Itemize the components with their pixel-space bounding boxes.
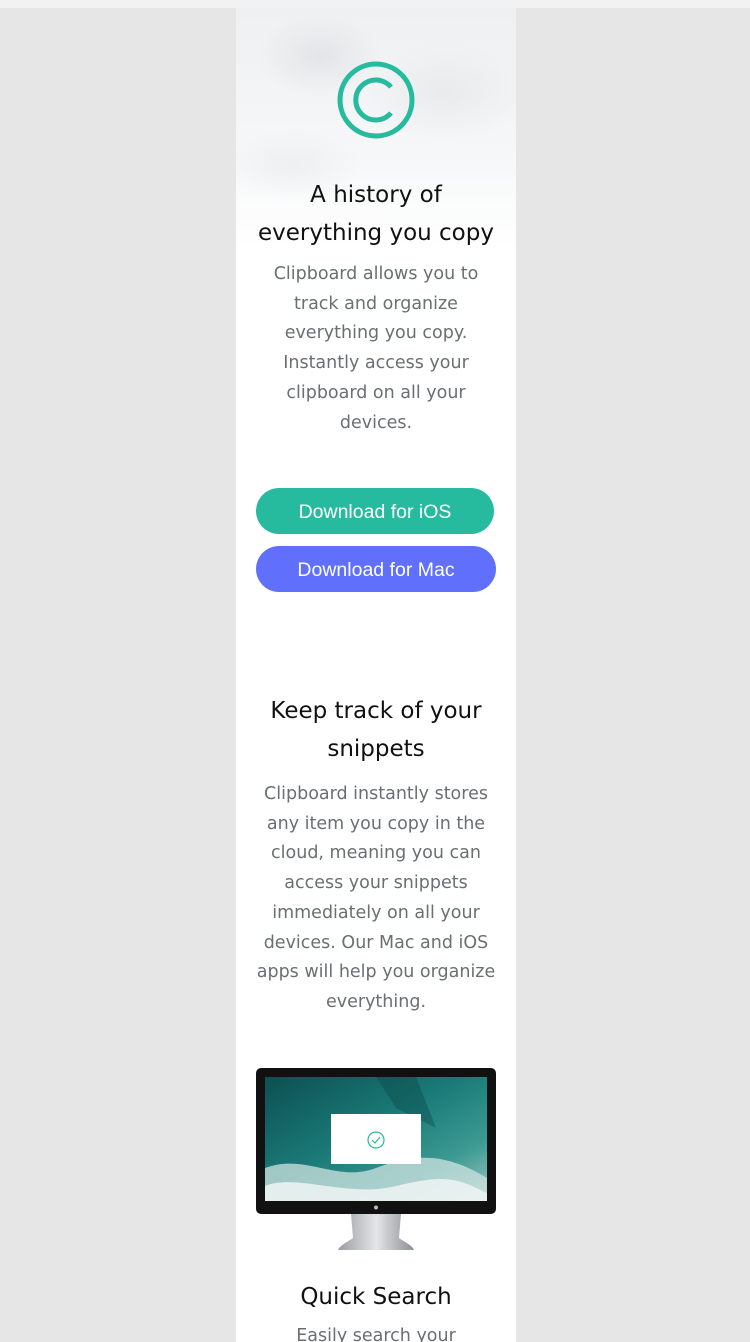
quick-search-title: Quick Search xyxy=(300,1284,452,1310)
monitor-dialog xyxy=(331,1114,421,1164)
snippets-title: Keep track of your snippets xyxy=(236,692,516,768)
clipboard-logo-icon xyxy=(337,61,415,139)
hero-title-text: A history of everything you copy xyxy=(258,182,494,246)
hero-title: A history of everything you copy xyxy=(236,176,516,252)
snippets-title-text: Keep track of your snippets xyxy=(270,698,482,762)
download-ios-button[interactable]: Download for iOS xyxy=(256,488,494,534)
snippets-description: Clipboard instantly stores any item you … xyxy=(256,784,496,1012)
download-mac-button[interactable]: Download for Mac xyxy=(256,546,496,592)
browser-top-strip xyxy=(0,0,750,8)
quick-search-description: Easily search your xyxy=(296,1326,456,1342)
monitor-illustration xyxy=(256,1068,496,1250)
landing-page: A history of everything you copy Clipboa… xyxy=(236,8,516,1342)
hero-description: Clipboard allows you to track and organi… xyxy=(273,264,479,433)
